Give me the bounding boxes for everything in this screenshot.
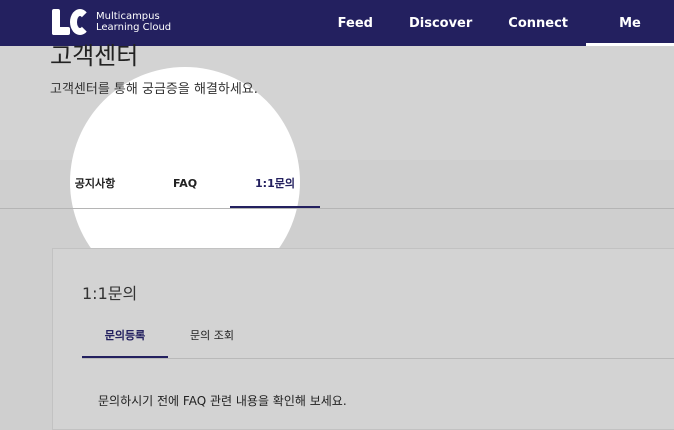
logo-line2: Learning Cloud — [96, 22, 172, 33]
multicampus-logo[interactable]: Multicampus Learning Cloud — [52, 9, 171, 35]
support-tabs: 공지사항 FAQ 1:1문의 — [0, 160, 674, 209]
page-title: 고객센터 — [50, 42, 139, 70]
subtab-register[interactable]: 문의등록 — [82, 320, 168, 358]
nav-feed[interactable]: Feed — [320, 0, 391, 46]
tab-faq[interactable]: FAQ — [150, 160, 220, 208]
logo-text: Multicampus Learning Cloud — [96, 11, 171, 33]
lc-logo-icon — [52, 9, 90, 35]
page-subtitle: 고객센터를 통해 궁금증을 해결하세요. — [50, 82, 258, 97]
tab-inquiry[interactable]: 1:1문의 — [230, 160, 320, 208]
logo-line1: Multicampus — [96, 11, 160, 22]
panel-title: 1:1문의 — [82, 284, 138, 303]
main-nav: Feed Discover Connect Me — [320, 0, 674, 46]
inquiry-subtabs: 문의등록 문의 조회 — [82, 320, 674, 359]
nav-connect[interactable]: Connect — [490, 0, 586, 46]
nav-discover[interactable]: Discover — [391, 0, 490, 46]
tab-notices[interactable]: 공지사항 — [60, 160, 130, 208]
nav-me[interactable]: Me — [586, 0, 674, 46]
faq-notice: 문의하시기 전에 FAQ 관련 내용을 확인해 보세요. — [98, 394, 347, 408]
subtab-view[interactable]: 문의 조회 — [190, 320, 280, 358]
